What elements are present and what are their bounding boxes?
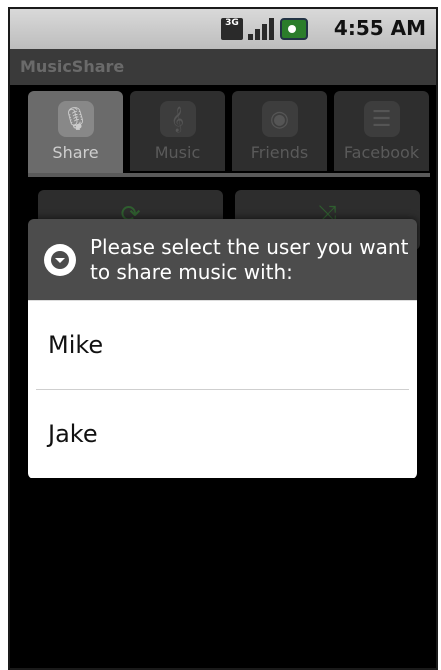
list-item-mike[interactable]: Mike bbox=[28, 301, 417, 389]
signal-strength-icon bbox=[248, 18, 274, 40]
status-time: 4:55 AM bbox=[333, 16, 426, 40]
tab-label: Music bbox=[154, 143, 201, 162]
dropdown-circle-icon bbox=[44, 243, 76, 276]
network-3g-icon: 3G bbox=[221, 18, 243, 40]
list-item-jake[interactable]: Jake bbox=[28, 390, 417, 478]
select-user-dialog: Please select the user you want to share… bbox=[28, 219, 417, 479]
tab-share[interactable]: 🎙 Share bbox=[28, 91, 123, 173]
disc-icon: ◉ bbox=[261, 101, 298, 137]
user-list: Mike Jake bbox=[28, 301, 417, 478]
chevron-down-icon bbox=[51, 250, 69, 269]
dialog-header: Please select the user you want to share… bbox=[28, 219, 417, 301]
tab-label: Friends bbox=[250, 143, 309, 162]
tab-bar: 🎙 Share 𝄞 Music ◉ Friends ☰ Facebook bbox=[28, 91, 430, 173]
list-icon: ☰ bbox=[363, 101, 400, 137]
status-bar: 3G 4:55 AM bbox=[10, 9, 436, 50]
tab-divider bbox=[28, 173, 430, 177]
tab-label: Share bbox=[52, 143, 99, 162]
tab-label: Facebook bbox=[343, 143, 420, 162]
tab-friends[interactable]: ◉ Friends bbox=[232, 91, 327, 171]
microphone-icon: 🎙 bbox=[57, 101, 94, 137]
tab-music[interactable]: 𝄞 Music bbox=[130, 91, 225, 171]
tab-facebook[interactable]: ☰ Facebook bbox=[334, 91, 429, 171]
dialog-title: Please select the user you want to share… bbox=[90, 234, 409, 284]
music-note-icon: 𝄞 bbox=[159, 101, 196, 137]
battery-icon bbox=[280, 18, 308, 40]
app-title: MusicShare bbox=[10, 49, 436, 85]
